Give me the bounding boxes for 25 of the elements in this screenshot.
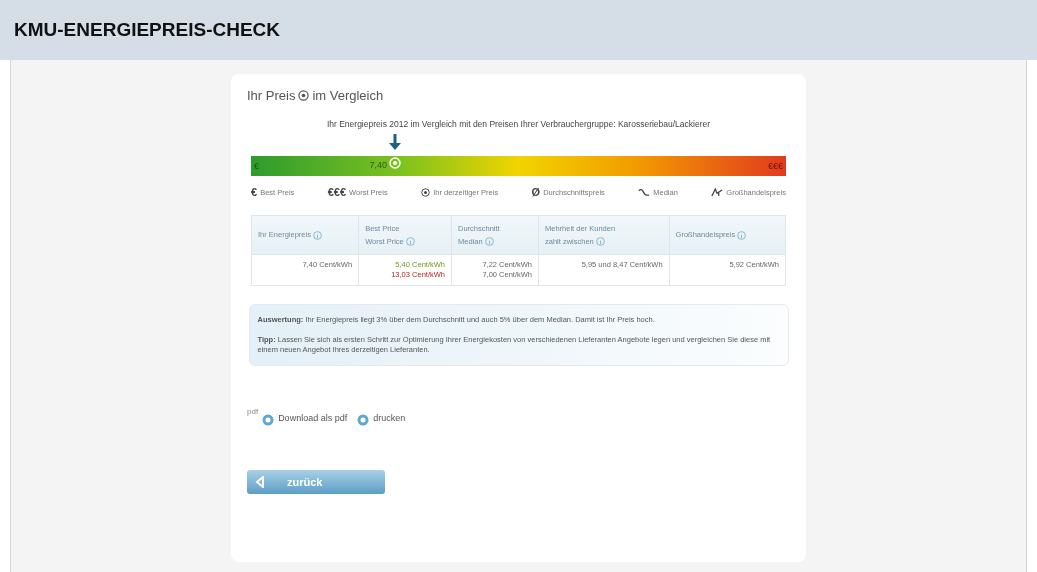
- pdf-tag: pdf: [247, 405, 259, 418]
- page-title: KMU-ENERGIEPREIS-CHECK: [14, 17, 281, 42]
- info-icon: [313, 230, 323, 240]
- card-heading: Ihr Preis: [247, 87, 296, 105]
- marker-value: 7,40: [369, 159, 387, 173]
- info-icon: [484, 237, 494, 247]
- target-icon: [421, 188, 431, 197]
- zigzag-icon: [711, 188, 724, 197]
- scale-min-label: €: [254, 159, 259, 173]
- print-link[interactable]: drucken: [373, 412, 406, 426]
- download-link[interactable]: Download als pdf: [278, 412, 348, 426]
- info-icon: [595, 237, 605, 247]
- target-icon: [298, 90, 310, 102]
- euros-icon: €€€: [327, 184, 347, 201]
- average-icon: Ø: [531, 184, 541, 201]
- download-icon[interactable]: [262, 413, 275, 426]
- scale-max-label: €€€: [767, 159, 783, 173]
- subtitle: Ihr Energiepreis 2012 im Vergleich mit den Preisen Ihrer Verbrauchergruppe: Karosseriebau/Lackierer: [325, 117, 712, 131]
- back-arrow-icon: [255, 475, 265, 488]
- euro-icon: €: [251, 184, 258, 201]
- card-heading-suffix: im Vergleich: [312, 87, 384, 105]
- wave-icon: [638, 188, 651, 197]
- info-icon: [405, 237, 415, 247]
- info-icon: [737, 230, 747, 240]
- print-icon[interactable]: [357, 413, 370, 426]
